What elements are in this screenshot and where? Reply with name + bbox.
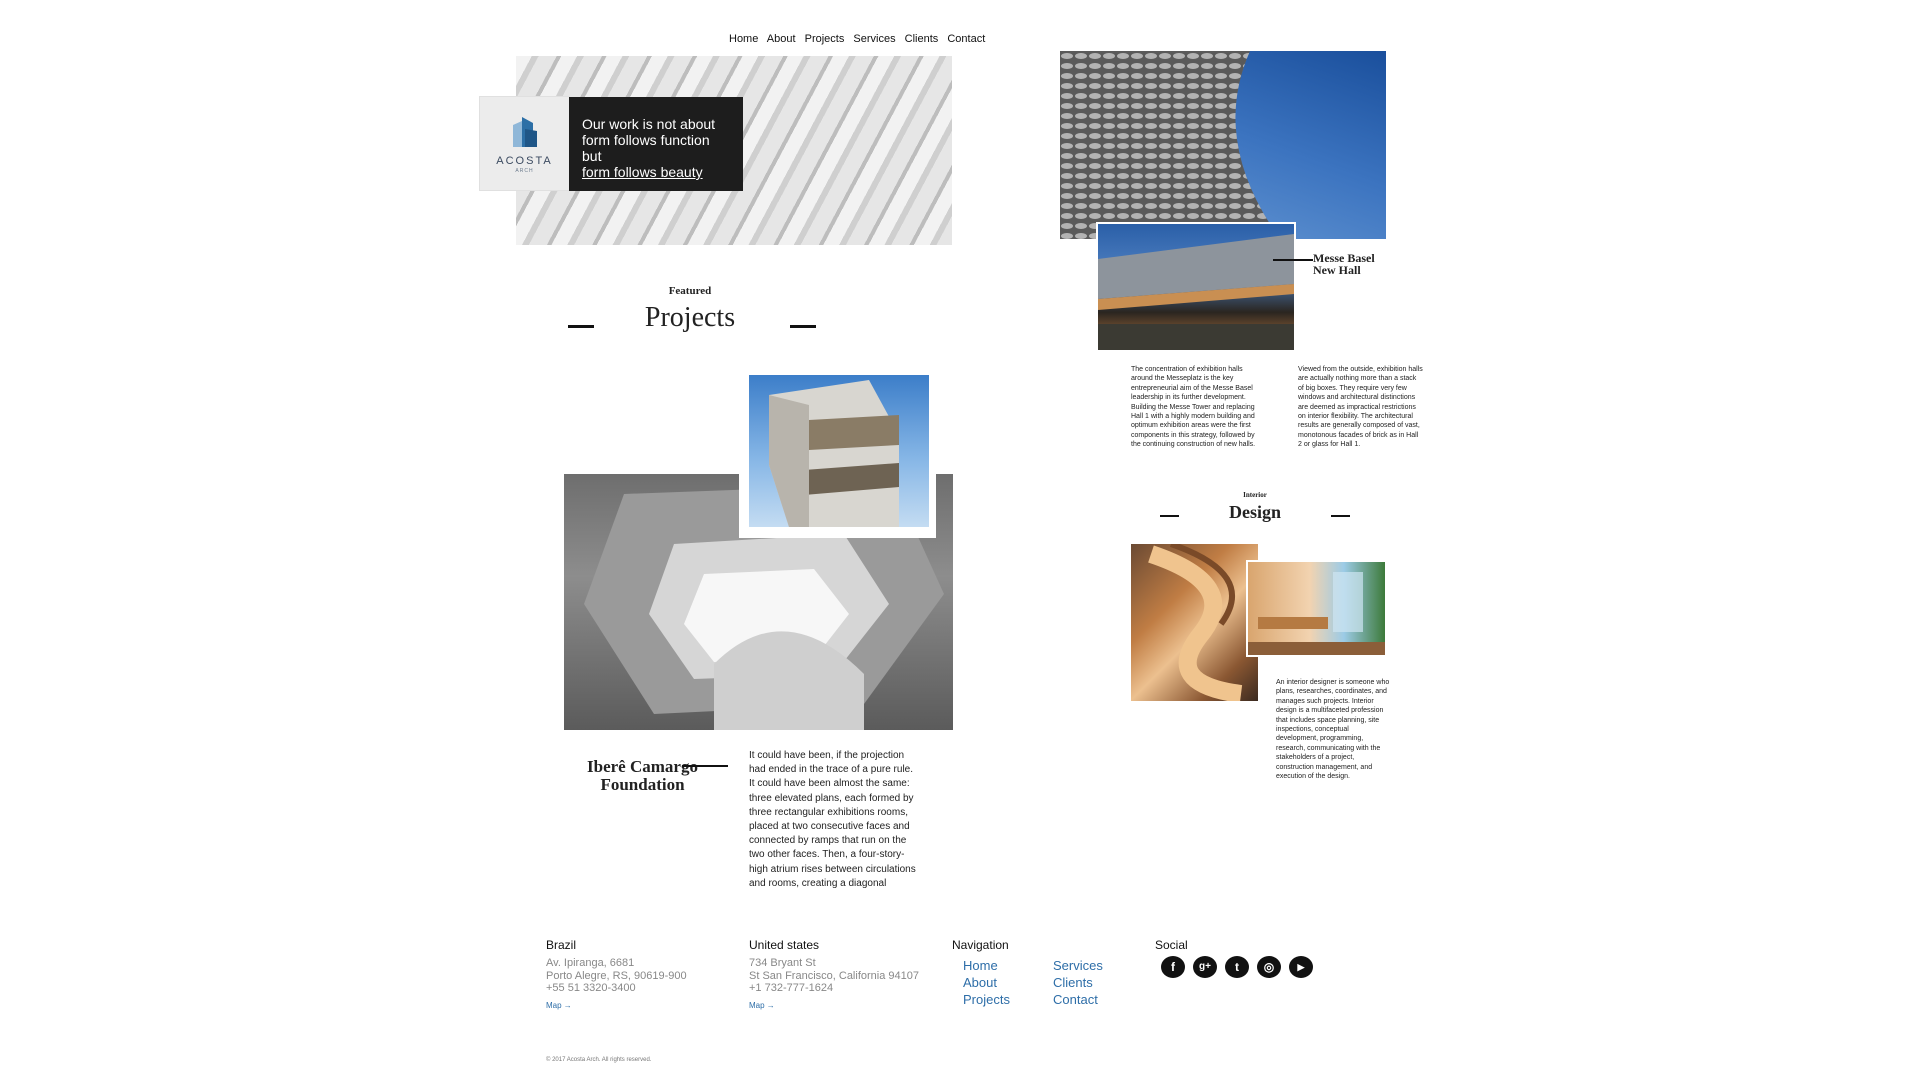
- tagline-link[interactable]: form follows beauty: [582, 164, 731, 180]
- footer-nav-col-1: Home About Projects: [963, 957, 1010, 1008]
- top-nav: Home About Projects Services Clients Con…: [729, 33, 991, 45]
- footer-social-heading: Social: [1155, 938, 1188, 952]
- google-plus-icon[interactable]: g+: [1193, 956, 1217, 978]
- projects-heading: Projects: [644, 302, 736, 333]
- hero-tagline: Our work is not about form follows funct…: [569, 97, 743, 191]
- copyright-text: © 2017 Acosta Arch. All rights reserved.: [546, 1057, 652, 1063]
- project-title: Iberê Camargo Foundation: [565, 758, 720, 794]
- brazil-phone: +55 51 3320-3400: [546, 982, 636, 994]
- design-dash-right: [1331, 515, 1350, 517]
- project-exterior-photo: [749, 375, 929, 527]
- tagline-line-2: form follows function but: [582, 132, 710, 164]
- interior-stair-photo: [1131, 544, 1258, 701]
- heading-dash-left: [568, 325, 594, 328]
- logo-subtitle: ARCH: [515, 168, 534, 174]
- basel-title-rule: [1273, 259, 1313, 261]
- us-phone: +1 732-777-1624: [749, 982, 834, 994]
- nav-clients[interactable]: Clients: [905, 33, 939, 45]
- design-heading: Design: [1228, 502, 1281, 522]
- footer-nav-col-2: Services Clients Contact: [1053, 957, 1103, 1008]
- nav-about[interactable]: About: [767, 33, 796, 45]
- brazil-address-line-2: Porto Alegre, RS, 90619-900: [546, 969, 687, 982]
- us-map-link[interactable]: Map →: [749, 1001, 775, 1010]
- footer-nav-projects[interactable]: Projects: [963, 991, 1010, 1008]
- footer-brazil-address: Av. Ipiranga, 6681 Porto Alegre, RS, 906…: [546, 957, 687, 995]
- project-title-rule: [682, 765, 728, 767]
- footer-us-address: 734 Bryant St St San Francisco, Californ…: [749, 957, 919, 995]
- footer-nav-clients[interactable]: Clients: [1053, 974, 1103, 991]
- nav-projects[interactable]: Projects: [805, 33, 845, 45]
- messe-basel-hall-photo: [1098, 224, 1294, 350]
- twitter-icon[interactable]: t: [1225, 956, 1249, 978]
- footer-nav-contact[interactable]: Contact: [1053, 991, 1103, 1008]
- basel-title: Messe Basel New Hall: [1313, 252, 1403, 276]
- interior-description: An interior designer is someone who plan…: [1276, 679, 1390, 781]
- logo-name: ACOSTA: [496, 155, 553, 167]
- footer-navigation-heading: Navigation: [952, 938, 1009, 952]
- footer-us-heading: United states: [749, 938, 820, 952]
- heading-dash-right: [790, 325, 816, 328]
- brazil-address-line-1: Av. Ipiranga, 6681: [546, 957, 635, 969]
- logo-card[interactable]: ACOSTA ARCH: [480, 97, 569, 190]
- instagram-icon[interactable]: ◎: [1257, 956, 1281, 978]
- interior-label: Interior: [1243, 491, 1267, 499]
- basel-text-right: Viewed from the outside, exhibition hall…: [1298, 366, 1423, 449]
- tagline-line-1: Our work is not about: [582, 116, 716, 132]
- facebook-icon[interactable]: f: [1161, 956, 1185, 978]
- basel-text-left: The concentration of exhibition halls ar…: [1131, 366, 1256, 449]
- brazil-map-link[interactable]: Map →: [546, 1001, 572, 1010]
- messe-basel-facade-photo: [1060, 51, 1386, 239]
- footer-nav-about[interactable]: About: [963, 974, 1010, 991]
- footer-brazil-heading: Brazil: [546, 938, 577, 952]
- featured-label: Featured: [668, 285, 712, 297]
- nav-contact[interactable]: Contact: [947, 33, 985, 45]
- project-title-line-2: Foundation: [600, 775, 685, 794]
- footer-nav-home[interactable]: Home: [963, 957, 1010, 974]
- nav-home[interactable]: Home: [729, 33, 758, 45]
- project-description: It could have been, if the projection ha…: [749, 750, 916, 889]
- footer-nav-services[interactable]: Services: [1053, 957, 1103, 974]
- interior-room-photo: [1248, 562, 1385, 655]
- building-logo-icon: [513, 117, 537, 147]
- us-address-line-2: St San Francisco, California 94107: [749, 969, 919, 982]
- design-dash-left: [1160, 515, 1179, 517]
- youtube-icon[interactable]: ▶: [1289, 956, 1313, 978]
- basel-title-line-2: New Hall: [1313, 263, 1361, 277]
- us-address-line-1: 734 Bryant St: [749, 957, 816, 969]
- nav-services[interactable]: Services: [853, 33, 895, 45]
- project-title-line-1: Iberê Camargo: [587, 757, 698, 776]
